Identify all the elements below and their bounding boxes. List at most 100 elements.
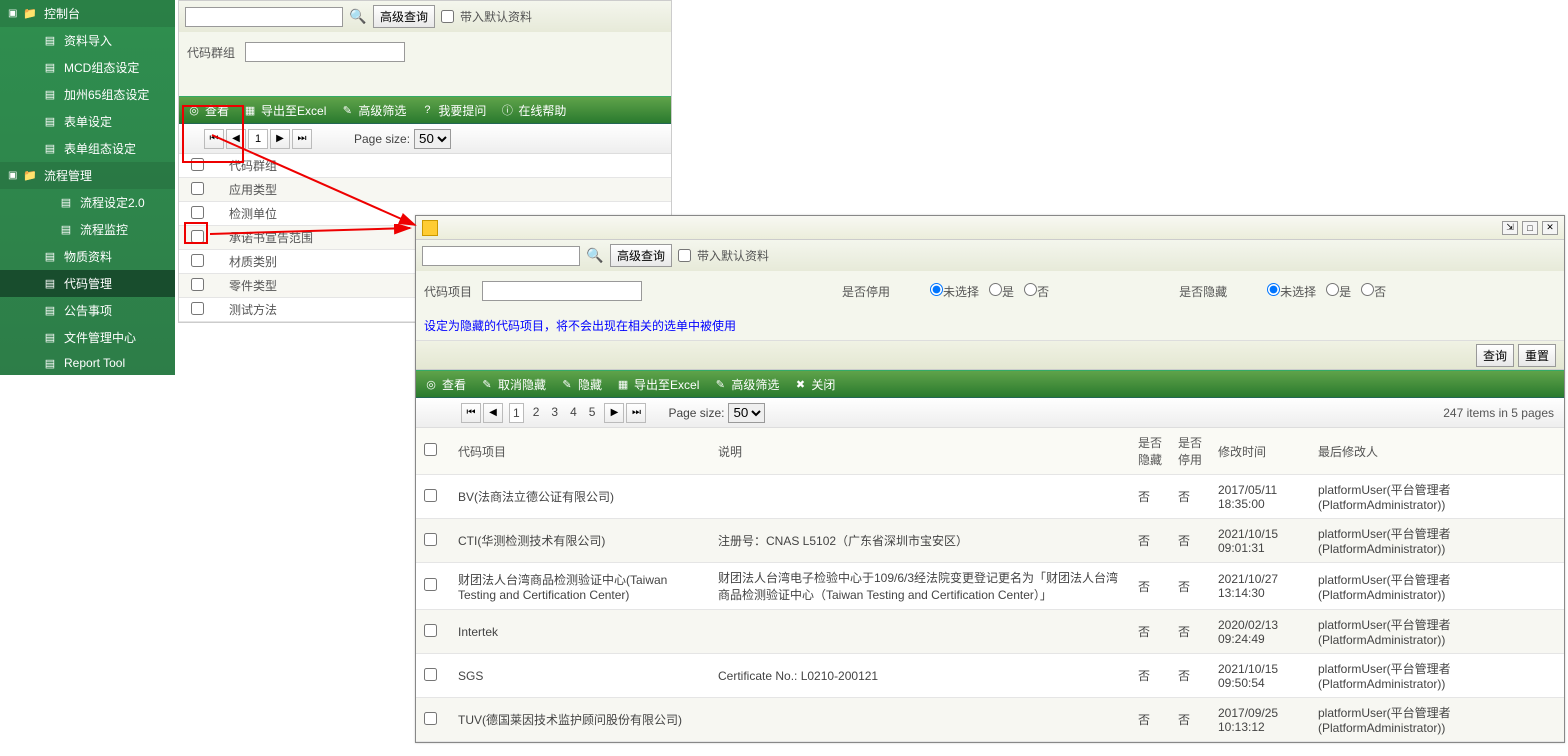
- sidebar-item[interactable]: ▤MCD组态设定: [0, 54, 175, 81]
- help-button[interactable]: ⓘ在线帮助: [500, 102, 566, 119]
- page-size-select[interactable]: 50: [414, 129, 451, 149]
- cell-item: Intertek: [450, 610, 710, 654]
- row-checkbox[interactable]: [424, 533, 437, 546]
- maximize-button[interactable]: □: [1522, 221, 1538, 235]
- sidebar-item[interactable]: ▤资料导入: [0, 27, 175, 54]
- page-icon: ▤: [42, 331, 58, 345]
- search-icon[interactable]: 🔍: [586, 247, 604, 265]
- export-button[interactable]: ▦导出至Excel: [616, 376, 699, 393]
- sidebar-item[interactable]: ▤Report Tool: [0, 351, 175, 375]
- code-group-input[interactable]: [245, 42, 405, 62]
- table-row[interactable]: 财团法人台湾商品检测验证中心(Taiwan Testing and Certif…: [416, 563, 1564, 610]
- view-button[interactable]: ◎查看: [424, 376, 466, 393]
- page-icon: ▤: [42, 115, 58, 129]
- row-checkbox[interactable]: [191, 182, 204, 195]
- row-checkbox[interactable]: [191, 230, 204, 243]
- filter-icon: ✎: [713, 377, 727, 391]
- cell-muser: platformUser(平台管理者(PlatformAdministrator…: [1310, 519, 1564, 563]
- pager-page[interactable]: 5: [586, 403, 599, 423]
- pager-page[interactable]: 1: [509, 403, 524, 423]
- pager-page[interactable]: 3: [548, 403, 561, 423]
- list-item[interactable]: 代码群组: [179, 154, 671, 178]
- code-group-label: 代码群组: [187, 44, 235, 61]
- hide-button[interactable]: ✎隐藏: [560, 376, 602, 393]
- row-checkbox[interactable]: [424, 668, 437, 681]
- table-row[interactable]: Intertek否否2020/02/13 09:24:49platformUse…: [416, 610, 1564, 654]
- export-button[interactable]: ▦导出至Excel: [243, 102, 326, 119]
- pager-page[interactable]: 2: [530, 403, 543, 423]
- sidebar-root-console[interactable]: ▣ 📁 控制台: [0, 0, 175, 27]
- row-checkbox[interactable]: [191, 278, 204, 291]
- pager-next[interactable]: ▶: [270, 129, 290, 149]
- search-icon[interactable]: 🔍: [349, 8, 367, 26]
- load-default-checkbox[interactable]: [678, 249, 691, 262]
- row-checkbox[interactable]: [191, 254, 204, 267]
- sidebar-item[interactable]: ▤流程监控: [0, 216, 175, 243]
- cell-hidden: 否: [1130, 698, 1170, 742]
- reset-button[interactable]: 重置: [1518, 344, 1556, 367]
- pager-prev[interactable]: ◀: [226, 129, 246, 149]
- table-row[interactable]: CTI(华测检测技术有限公司)注册号：CNAS L5102（广东省深圳市宝安区）…: [416, 519, 1564, 563]
- sidebar-item-label: 表单组态设定: [64, 140, 136, 157]
- search-input[interactable]: [185, 7, 343, 27]
- pager-prev[interactable]: ◀: [483, 403, 503, 423]
- cell-disabled: 否: [1170, 475, 1210, 519]
- pager-last[interactable]: ⏭: [626, 403, 646, 423]
- radio-unselected[interactable]: 未选择: [930, 283, 979, 300]
- sidebar-root-flow[interactable]: ▣ 📁 流程管理: [0, 162, 175, 189]
- cell-disabled: 否: [1170, 698, 1210, 742]
- row-checkbox[interactable]: [191, 206, 204, 219]
- radio-yes[interactable]: 是: [1326, 283, 1351, 300]
- load-default-checkbox[interactable]: [441, 10, 454, 23]
- table-row[interactable]: BV(法商法立德公证有限公司)否否2017/05/11 18:35:00plat…: [416, 475, 1564, 519]
- row-checkbox[interactable]: [424, 489, 437, 502]
- radio-unselected[interactable]: 未选择: [1267, 283, 1316, 300]
- row-checkbox[interactable]: [424, 712, 437, 725]
- pager-first[interactable]: ⏮: [204, 129, 224, 149]
- code-item-input[interactable]: [482, 281, 642, 301]
- pager-last[interactable]: ⏭: [292, 129, 312, 149]
- query-button[interactable]: 查询: [1476, 344, 1514, 367]
- pager-next[interactable]: ▶: [604, 403, 624, 423]
- cell-mtime: 2017/05/11 18:35:00: [1210, 475, 1310, 519]
- adv-filter-button[interactable]: ✎高级筛选: [340, 102, 406, 119]
- pager-page-input[interactable]: [248, 129, 268, 149]
- sidebar-item[interactable]: ▤表单设定: [0, 108, 175, 135]
- unhide-button[interactable]: ✎取消隐藏: [480, 376, 546, 393]
- select-all-checkbox[interactable]: [424, 443, 437, 456]
- col-hidden: 是否隐藏: [1130, 428, 1170, 475]
- sidebar-item[interactable]: ▤代码管理: [0, 270, 175, 297]
- radio-no[interactable]: 否: [1361, 283, 1386, 300]
- adv-search-button[interactable]: 高级查询: [610, 244, 672, 267]
- sidebar-item[interactable]: ▤公告事项: [0, 297, 175, 324]
- pager-first[interactable]: ⏮: [461, 403, 481, 423]
- page-icon: ▤: [58, 196, 74, 210]
- sidebar-item[interactable]: ▤物质资料: [0, 243, 175, 270]
- pager-page[interactable]: 4: [567, 403, 580, 423]
- radio-yes[interactable]: 是: [989, 283, 1014, 300]
- search-input[interactable]: [422, 246, 580, 266]
- pin-button[interactable]: ⇲: [1502, 221, 1518, 235]
- radio-no[interactable]: 否: [1024, 283, 1049, 300]
- sidebar-item[interactable]: ▤流程设定2.0: [0, 189, 175, 216]
- adv-filter-button[interactable]: ✎高级筛选: [713, 376, 779, 393]
- question-button[interactable]: ?我要提问: [420, 102, 486, 119]
- adv-search-button[interactable]: 高级查询: [373, 5, 435, 28]
- row-checkbox[interactable]: [424, 624, 437, 637]
- list-item[interactable]: 应用类型: [179, 178, 671, 202]
- table-row[interactable]: SGSCertificate No.: L0210-200121否否2021/1…: [416, 654, 1564, 698]
- sidebar-item[interactable]: ▤文件管理中心: [0, 324, 175, 351]
- view-button[interactable]: ◎查看: [187, 102, 229, 119]
- excel-icon: ▦: [243, 103, 257, 117]
- sidebar-item[interactable]: ▤加州65组态设定: [0, 81, 175, 108]
- sidebar-item[interactable]: ▤表单组态设定: [0, 135, 175, 162]
- page-size-select[interactable]: 50: [728, 403, 765, 423]
- cell-item: SGS: [450, 654, 710, 698]
- row-checkbox[interactable]: [191, 302, 204, 315]
- cell-muser: platformUser(平台管理者(PlatformAdministrator…: [1310, 563, 1564, 610]
- close-button[interactable]: ✕: [1542, 221, 1558, 235]
- table-row[interactable]: TUV(德国莱因技术监护顾问股份有限公司)否否2017/09/25 10:13:…: [416, 698, 1564, 742]
- row-checkbox[interactable]: [424, 578, 437, 591]
- row-checkbox[interactable]: [191, 158, 204, 171]
- close-button[interactable]: ✖关闭: [793, 376, 835, 393]
